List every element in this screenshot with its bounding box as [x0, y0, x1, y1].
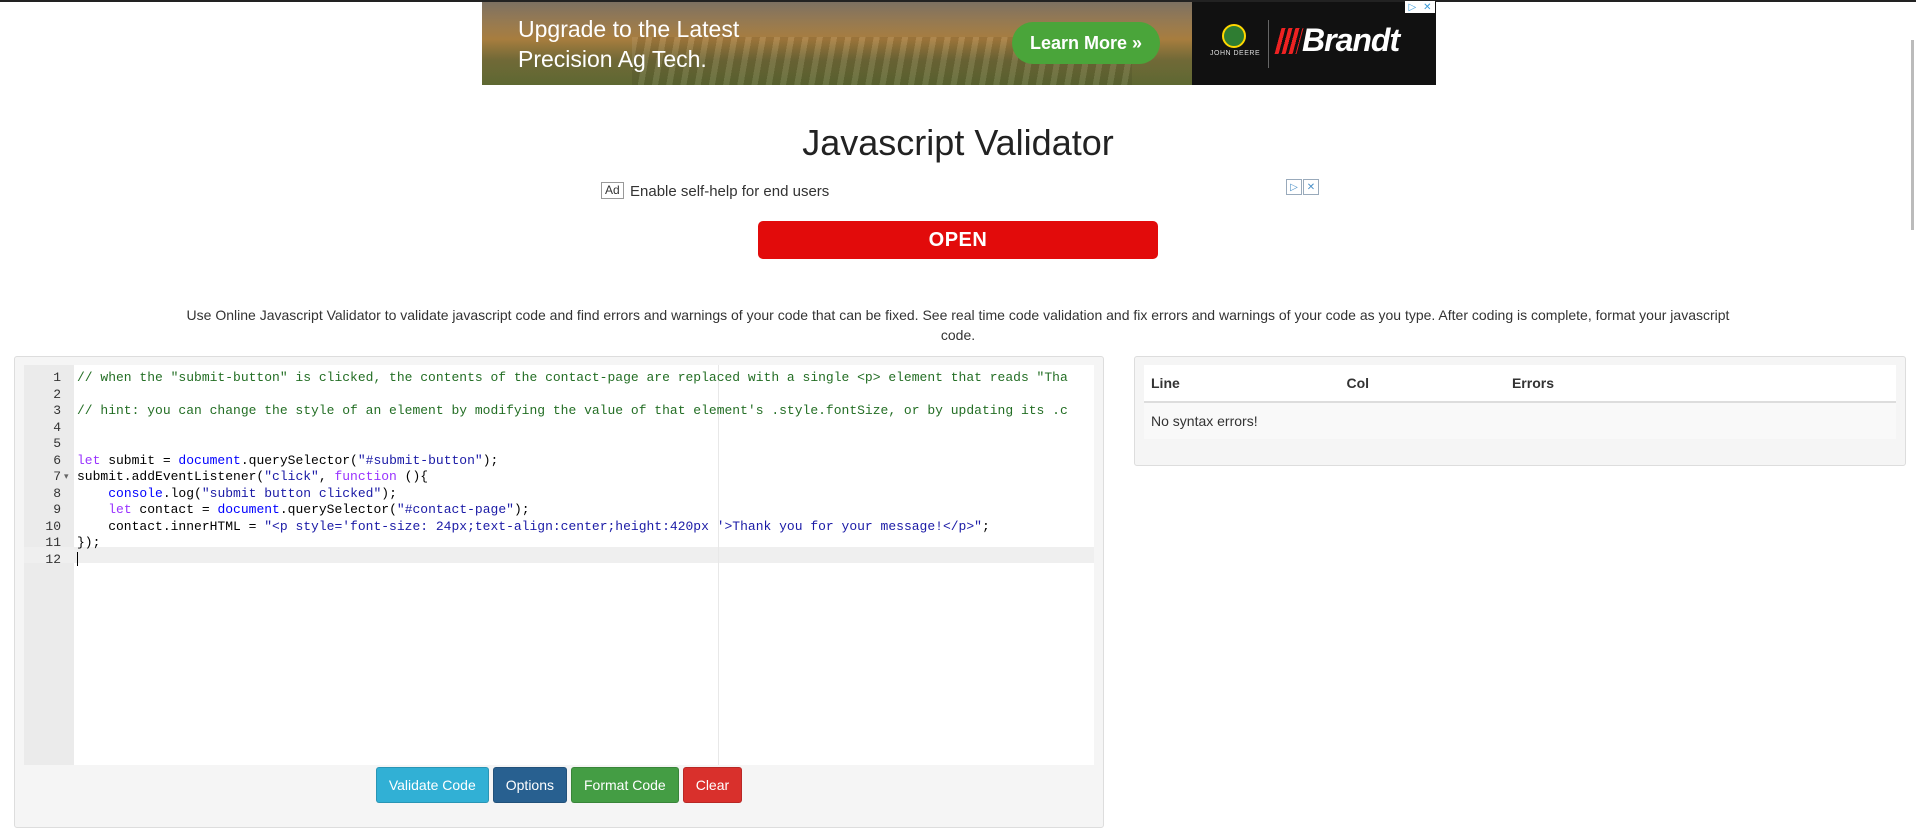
column-header-col: Col — [1339, 365, 1505, 403]
code-line[interactable]: 3 // hint: you can change the style of an… — [24, 403, 1094, 419]
code-line[interactable]: 7 ▾ submit.addEventListener("click", funct… — [24, 469, 1094, 485]
code-text: submit.addEventListener("click", functio… — [77, 469, 429, 484]
code-line[interactable]: 6 let submit = document.querySelector("#s… — [24, 453, 1094, 469]
brandt-stripes-icon — [1274, 28, 1304, 54]
line-number: 7 — [53, 469, 61, 484]
code-line[interactable]: 5 — [24, 436, 1094, 452]
options-button[interactable]: Options — [492, 767, 567, 803]
format-code-button[interactable]: Format Code — [571, 767, 679, 803]
code-editor[interactable]: 1 // when the "submit-button" is clicked,… — [24, 365, 1094, 765]
validate-code-button[interactable]: Validate Code — [375, 767, 489, 803]
code-text: let contact = document.querySelector("#c… — [108, 502, 530, 517]
fold-arrow-icon[interactable]: ▾ — [64, 469, 69, 485]
code-line[interactable]: 12 — [24, 552, 1094, 568]
code-text: // when the "submit-button" is clicked, … — [77, 370, 1068, 385]
code-text: // hint: you can change the style of an … — [77, 403, 1068, 418]
close-ad-icon[interactable]: ✕ — [1303, 179, 1319, 195]
sponsor-logos: JOHN DEERE Brandt — [1192, 2, 1436, 85]
code-line[interactable]: 1 // when the "submit-button" is clicked,… — [24, 370, 1094, 386]
ad-label: Ad — [601, 182, 624, 199]
line-number: 8 — [53, 485, 61, 501]
adchoices-icon[interactable]: ▷ — [1286, 179, 1302, 195]
line-number: 12 — [45, 551, 61, 567]
line-number: 11 — [45, 535, 61, 550]
table-row: No syntax errors! — [1144, 402, 1896, 439]
banner-headline: Upgrade to the Latest Precision Ag Tech. — [518, 14, 818, 74]
code-line[interactable]: 2 — [24, 387, 1094, 403]
code-text: contact.innerHTML = "<p style='font-size… — [77, 518, 990, 534]
column-header-line: Line — [1144, 365, 1340, 403]
code-text: console.log("submit button clicked"); — [108, 485, 397, 501]
adchoices-icons[interactable]: ▷ ✕ — [1405, 1, 1435, 13]
line-number: 9 — [53, 502, 61, 517]
line-number: 1 — [53, 370, 61, 385]
page-title: Javascript Validator — [802, 122, 1114, 163]
deere-logo-text: JOHN DEERE — [1210, 50, 1261, 57]
logo-divider — [1268, 20, 1269, 68]
adchoices-icon[interactable]: ▷ — [1408, 2, 1416, 13]
clear-button[interactable]: Clear — [682, 767, 743, 803]
line-number: 5 — [53, 436, 61, 451]
column-header-errors: Errors — [1504, 365, 1896, 403]
ad-text[interactable]: Enable self-help for end users — [630, 183, 829, 200]
text-cursor — [77, 552, 78, 567]
deere-logo-icon — [1222, 24, 1246, 48]
code-text: let submit = document.querySelector("#su… — [77, 452, 499, 468]
code-text: }); — [77, 535, 101, 550]
page-scrollbar[interactable] — [1911, 40, 1914, 230]
line-number: 3 — [53, 403, 61, 418]
open-ad-button[interactable]: OPEN — [758, 221, 1158, 259]
ad-choice-icons[interactable]: ▷ ✕ — [1286, 179, 1319, 195]
no-errors-message: No syntax errors! — [1144, 402, 1896, 439]
banner-ad[interactable]: Upgrade to the Latest Precision Ag Tech.… — [482, 2, 1436, 85]
editor-panel: 1 // when the "submit-button" is clicked,… — [14, 356, 1104, 828]
page-description: Use Online Javascript Validator to valid… — [186, 307, 1730, 343]
banner-headline-line1: Upgrade to the Latest — [518, 16, 740, 42]
line-number: 4 — [53, 419, 61, 435]
code-text — [77, 552, 78, 568]
errors-table-header: Line Col Errors — [1144, 365, 1896, 403]
line-number: 10 — [45, 518, 61, 534]
banner-headline-line2: Precision Ag Tech. — [518, 46, 707, 72]
errors-table: Line Col Errors No syntax errors! — [1144, 365, 1896, 439]
learn-more-button[interactable]: Learn More » — [1012, 22, 1160, 64]
close-ad-icon[interactable]: ✕ — [1423, 2, 1431, 13]
line-number: 2 — [53, 386, 61, 402]
code-line[interactable]: 4 — [24, 420, 1094, 436]
code-line[interactable]: 10 contact.innerHTML = "<p style='font-s… — [24, 519, 1094, 535]
code-line[interactable]: 11}); — [24, 535, 1094, 551]
code-line[interactable]: 9 let contact = document.querySelector("… — [24, 502, 1094, 518]
brandt-logo: Brandt — [1302, 22, 1400, 58]
code-line[interactable]: 8 console.log("submit button clicked"); — [24, 486, 1094, 502]
line-number: 6 — [53, 452, 61, 468]
editor-button-row: Validate Code Options Format Code Clear — [15, 767, 1103, 803]
results-panel: Line Col Errors No syntax errors! — [1134, 356, 1906, 466]
